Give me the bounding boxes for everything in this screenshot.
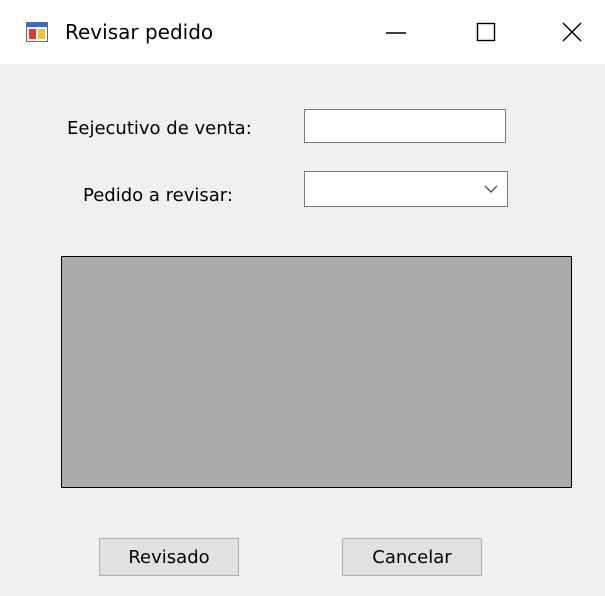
chevron-down-icon[interactable]	[483, 182, 499, 196]
minimize-button[interactable]	[361, 0, 431, 64]
maximize-icon	[476, 22, 496, 42]
order-label: Pedido a revisar:	[83, 185, 233, 206]
maximize-button[interactable]	[451, 0, 521, 64]
minimize-icon	[386, 32, 406, 34]
title-bar[interactable]: Revisar pedido	[0, 0, 605, 64]
cancel-button[interactable]: Cancelar	[342, 538, 482, 576]
executive-input[interactable]	[304, 109, 506, 143]
app-icon	[26, 22, 48, 42]
executive-label: Eejecutivo de venta:	[67, 118, 252, 139]
close-button[interactable]	[537, 0, 605, 64]
revisar-pedido-window: Revisar pedido Eejecutivo de venta: Pedi…	[0, 0, 605, 596]
reviewed-button[interactable]: Revisado	[99, 538, 239, 576]
order-data-grid[interactable]	[61, 256, 572, 488]
order-combobox[interactable]	[304, 171, 508, 207]
close-icon	[562, 22, 582, 42]
window-title: Revisar pedido	[65, 20, 214, 44]
